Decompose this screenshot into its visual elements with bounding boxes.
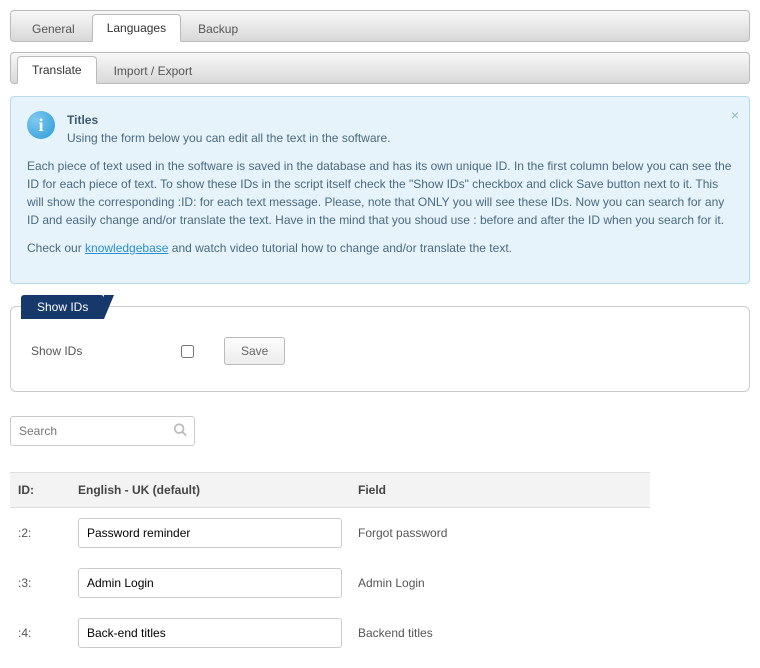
tab-general[interactable]: General <box>17 15 90 42</box>
info-box: × i Titles Using the form below you can … <box>10 96 750 284</box>
primary-tabstrip: General Languages Backup <box>10 10 750 42</box>
table-row: :4: Backend titles <box>10 608 650 658</box>
secondary-tabstrip: Translate Import / Export <box>10 52 750 84</box>
cell-field: Admin Login <box>350 558 650 608</box>
show-ids-legend: Show IDs <box>21 295 104 319</box>
info-paragraph-2: Check our knowledgebase and watch video … <box>27 239 733 257</box>
search-wrap <box>10 416 195 446</box>
info-icon: i <box>27 111 55 139</box>
translation-input[interactable] <box>78 618 342 648</box>
show-ids-label: Show IDs <box>31 344 151 358</box>
search-icon <box>173 423 187 440</box>
tab-translate[interactable]: Translate <box>17 56 97 84</box>
info-paragraph-1: Each piece of text used in the software … <box>27 157 733 229</box>
cell-field: Backend titles <box>350 608 650 658</box>
show-ids-checkbox[interactable] <box>181 345 194 358</box>
th-english: English - UK (default) <box>70 473 350 508</box>
cell-field: Forgot password <box>350 508 650 559</box>
info-title: Titles <box>67 111 391 129</box>
cell-id: :2: <box>10 508 70 559</box>
translations-table: ID: English - UK (default) Field :2: For… <box>10 472 650 658</box>
th-field: Field <box>350 473 650 508</box>
close-icon[interactable]: × <box>731 105 739 126</box>
info-subtitle: Using the form below you can edit all th… <box>67 131 391 145</box>
tab-backup[interactable]: Backup <box>183 15 253 42</box>
knowledgebase-link[interactable]: knowledgebase <box>85 241 168 255</box>
translation-input[interactable] <box>78 568 342 598</box>
show-ids-fieldset: Show IDs Show IDs Save <box>10 306 750 392</box>
tab-import-export[interactable]: Import / Export <box>99 57 208 84</box>
search-input[interactable] <box>10 416 195 446</box>
cell-id: :4: <box>10 608 70 658</box>
save-button[interactable]: Save <box>224 337 285 365</box>
tab-languages[interactable]: Languages <box>92 14 181 42</box>
th-id: ID: <box>10 473 70 508</box>
translation-input[interactable] <box>78 518 342 548</box>
table-row: :3: Admin Login <box>10 558 650 608</box>
cell-id: :3: <box>10 558 70 608</box>
table-row: :2: Forgot password <box>10 508 650 559</box>
